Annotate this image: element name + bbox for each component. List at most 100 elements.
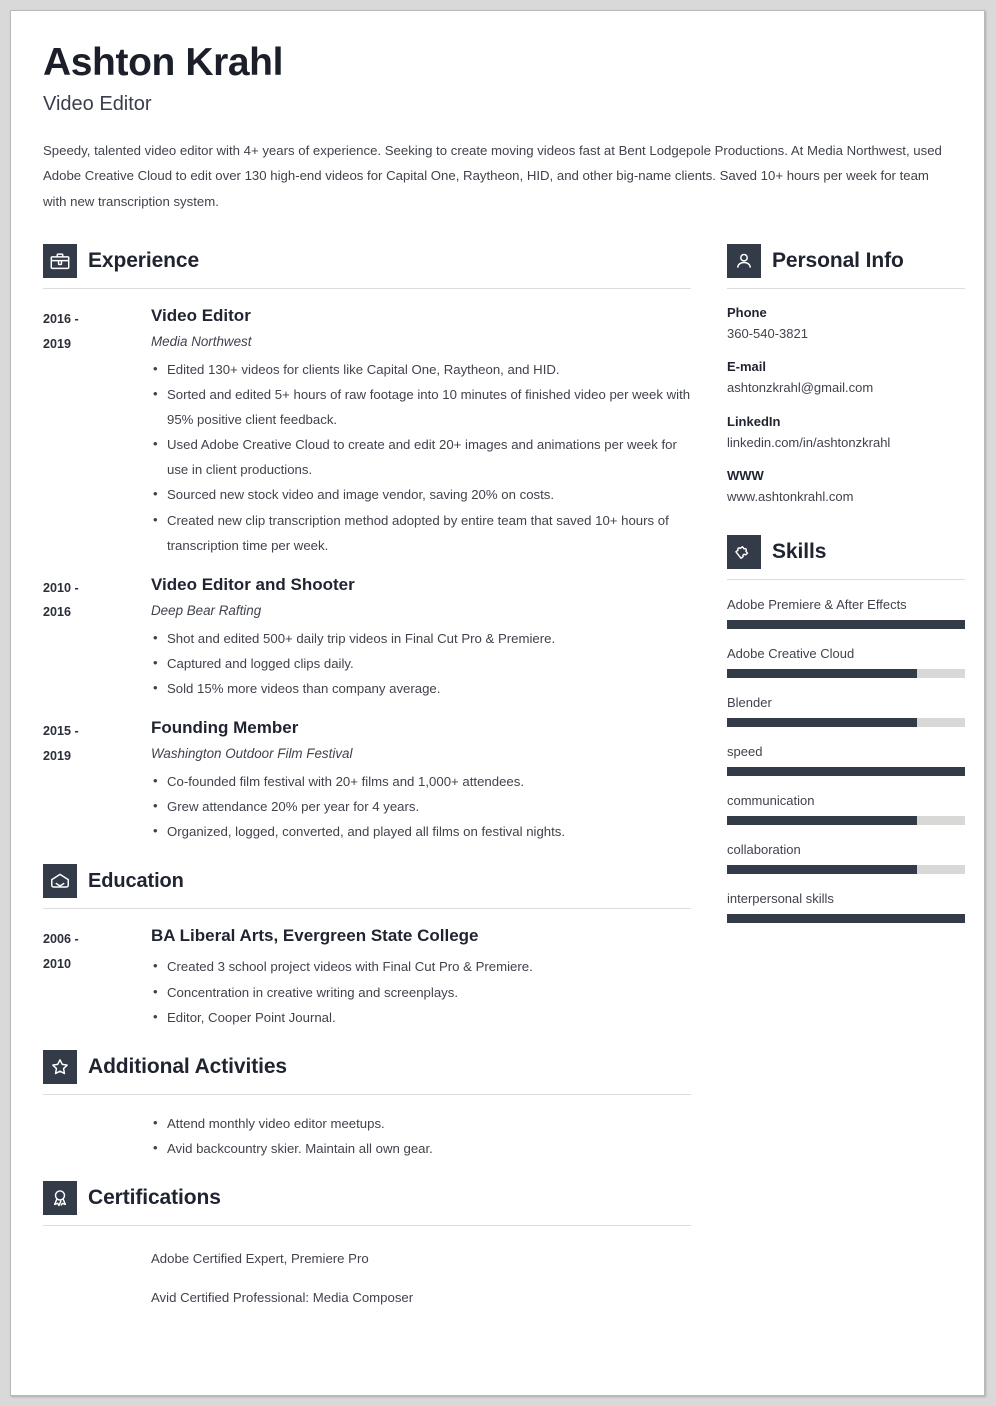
list-item: Sorted and edited 5+ hours of raw footag… bbox=[151, 381, 691, 432]
skill-bar-fill bbox=[727, 815, 918, 825]
skill-item: Adobe Premiere & After Effects bbox=[727, 597, 965, 629]
skill-label: Adobe Premiere & After Effects bbox=[727, 596, 907, 612]
skill-item: interpersonal skills bbox=[727, 891, 965, 923]
skill-item: collaboration bbox=[727, 842, 965, 874]
page-title: Ashton Krahl bbox=[43, 41, 284, 84]
sidebar-column: Personal Info Phone 360-540-3821 E-mail … bbox=[727, 238, 965, 923]
certifications-entry: Adobe Certified Expert, Premiere Pro Avi… bbox=[43, 1242, 691, 1310]
list-item: Created new clip transcription method ad… bbox=[151, 507, 691, 558]
skill-label: collaboration bbox=[727, 841, 801, 857]
info-value-linkedin[interactable]: linkedin.com/in/ashtonzkrahl bbox=[727, 433, 965, 453]
skill-bar-fill bbox=[727, 717, 918, 727]
section-divider bbox=[43, 1093, 691, 1095]
skill-bar-track bbox=[727, 913, 965, 923]
puzzle-piece-icon bbox=[727, 534, 761, 569]
entry-date-end: 2010 bbox=[43, 956, 72, 971]
info-label-linkedin: LinkedIn bbox=[727, 413, 781, 429]
list-item: Adobe Certified Expert, Premiere Pro bbox=[151, 1250, 369, 1266]
list-item: Sold 15% more videos than company averag… bbox=[151, 675, 691, 701]
entry-title: Video Editor bbox=[151, 305, 251, 325]
entry-title: BA Liberal Arts, Evergreen State College bbox=[151, 926, 479, 946]
skill-label: interpersonal skills bbox=[727, 890, 834, 906]
section-certifications: Certifications Adobe Certified Expert, P… bbox=[43, 1175, 691, 1310]
list-item: Avid backcountry skier. Maintain all own… bbox=[151, 1135, 691, 1161]
entry-date-end: 2016 bbox=[43, 605, 72, 620]
section-title: Education bbox=[88, 869, 184, 892]
skill-bar-fill bbox=[727, 619, 965, 629]
graduation-cap-icon bbox=[43, 864, 77, 899]
info-label-email: E-mail bbox=[727, 359, 767, 375]
skill-label: speed bbox=[727, 743, 763, 759]
info-label-www: WWW bbox=[727, 468, 764, 484]
experience-entry: 2010 - 2016 Video Editor and Shooter Dee… bbox=[43, 574, 691, 701]
list-item: Organized, logged, converted, and played… bbox=[151, 818, 691, 844]
skill-bar-track bbox=[727, 619, 965, 629]
personal-info-field: LinkedIn linkedin.com/in/ashtonzkrahl bbox=[727, 414, 965, 453]
skill-bar-fill bbox=[727, 913, 965, 923]
section-title: Additional Activities bbox=[88, 1054, 287, 1078]
section-divider bbox=[43, 1224, 691, 1226]
person-icon bbox=[727, 243, 761, 278]
info-value-email[interactable]: ashtonzkrahl@gmail.com bbox=[727, 378, 965, 398]
list-item: Attend monthly video editor meetups. bbox=[151, 1110, 691, 1136]
skill-bar-track bbox=[727, 766, 965, 776]
education-entry: 2006 - 2010 BA Liberal Arts, Evergreen S… bbox=[43, 925, 691, 1029]
list-item: Shot and edited 500+ daily trip videos i… bbox=[151, 625, 691, 651]
skill-bar-fill bbox=[727, 864, 918, 874]
list-item: Editor, Cooper Point Journal. bbox=[151, 1004, 691, 1030]
entry-date-end: 2019 bbox=[43, 748, 72, 763]
section-title: Skills bbox=[772, 539, 827, 563]
section-additional-activities: Additional Activities Attend monthly vid… bbox=[43, 1044, 691, 1161]
section-divider bbox=[43, 908, 691, 910]
info-value-www[interactable]: www.ashtonkrahl.com bbox=[727, 487, 965, 507]
skill-item: communication bbox=[727, 793, 965, 825]
info-label-phone: Phone bbox=[727, 304, 767, 320]
list-item: Sourced new stock video and image vendor… bbox=[151, 481, 691, 507]
section-title: Experience bbox=[88, 248, 200, 272]
section-title: Personal Info bbox=[772, 248, 904, 272]
skill-bar-fill bbox=[727, 668, 918, 678]
entry-bullet-list: Created 3 school project videos with Fin… bbox=[151, 953, 691, 1030]
main-column: Experience 2016 - 2019 Video Editor Medi… bbox=[43, 238, 691, 1310]
experience-entry: 2015 - 2019 Founding Member Washington O… bbox=[43, 717, 691, 844]
entry-dates: 2006 - 2010 bbox=[43, 925, 151, 1029]
skill-item: Blender bbox=[727, 695, 965, 727]
experience-entries: 2016 - 2019 Video Editor Media Northwest… bbox=[43, 305, 691, 844]
resume-header: Ashton Krahl Video Editor Speedy, talent… bbox=[43, 41, 952, 214]
entry-date-start: 2015 - bbox=[43, 724, 79, 739]
additional-activities-entry: Attend monthly video editor meetups. Avi… bbox=[43, 1110, 691, 1161]
entry-dates: 2010 - 2016 bbox=[43, 574, 151, 701]
resume-page: Ashton Krahl Video Editor Speedy, talent… bbox=[10, 10, 985, 1396]
entry-title: Founding Member bbox=[151, 718, 299, 738]
section-experience: Experience 2016 - 2019 Video Editor Medi… bbox=[43, 238, 691, 844]
entry-date-start: 2010 - bbox=[43, 580, 79, 595]
entry-date-start: 2016 - bbox=[43, 311, 79, 326]
entry-title: Video Editor and Shooter bbox=[151, 574, 355, 594]
list-item: Grew attendance 20% per year for 4 years… bbox=[151, 793, 691, 819]
personal-info-field: Phone 360-540-3821 bbox=[727, 305, 965, 344]
entry-dates: 2016 - 2019 bbox=[43, 305, 151, 558]
section-personal-info: Personal Info Phone 360-540-3821 E-mail … bbox=[727, 238, 965, 507]
list-item: Edited 130+ videos for clients like Capi… bbox=[151, 356, 691, 382]
list-item: Used Adobe Creative Cloud to create and … bbox=[151, 431, 691, 482]
entry-organization: Media Northwest bbox=[151, 334, 252, 350]
job-title-subtitle: Video Editor bbox=[43, 92, 152, 115]
skill-bar-track bbox=[727, 815, 965, 825]
professional-summary: Speedy, talented video editor with 4+ ye… bbox=[43, 142, 942, 209]
section-education: Education 2006 - 2010 BA Liberal Arts, E… bbox=[43, 858, 691, 1029]
entry-bullet-list: Shot and edited 500+ daily trip videos i… bbox=[151, 625, 691, 701]
info-value-phone: 360-540-3821 bbox=[727, 325, 808, 341]
skill-label: communication bbox=[727, 792, 815, 808]
list-item: Created 3 school project videos with Fin… bbox=[151, 953, 691, 979]
list-item: Co-founded film festival with 20+ films … bbox=[151, 768, 691, 794]
skill-bar-track bbox=[727, 668, 965, 678]
entry-date-end: 2019 bbox=[43, 336, 72, 351]
skill-bar-track bbox=[727, 864, 965, 874]
section-divider bbox=[43, 287, 691, 289]
list-item: Avid Certified Professional: Media Compo… bbox=[151, 1289, 414, 1305]
entry-dates: 2015 - 2019 bbox=[43, 717, 151, 844]
skill-bar-fill bbox=[727, 766, 965, 776]
section-divider bbox=[727, 287, 965, 289]
skill-item: speed bbox=[727, 744, 965, 776]
entry-organization: Washington Outdoor Film Festival bbox=[151, 746, 353, 762]
